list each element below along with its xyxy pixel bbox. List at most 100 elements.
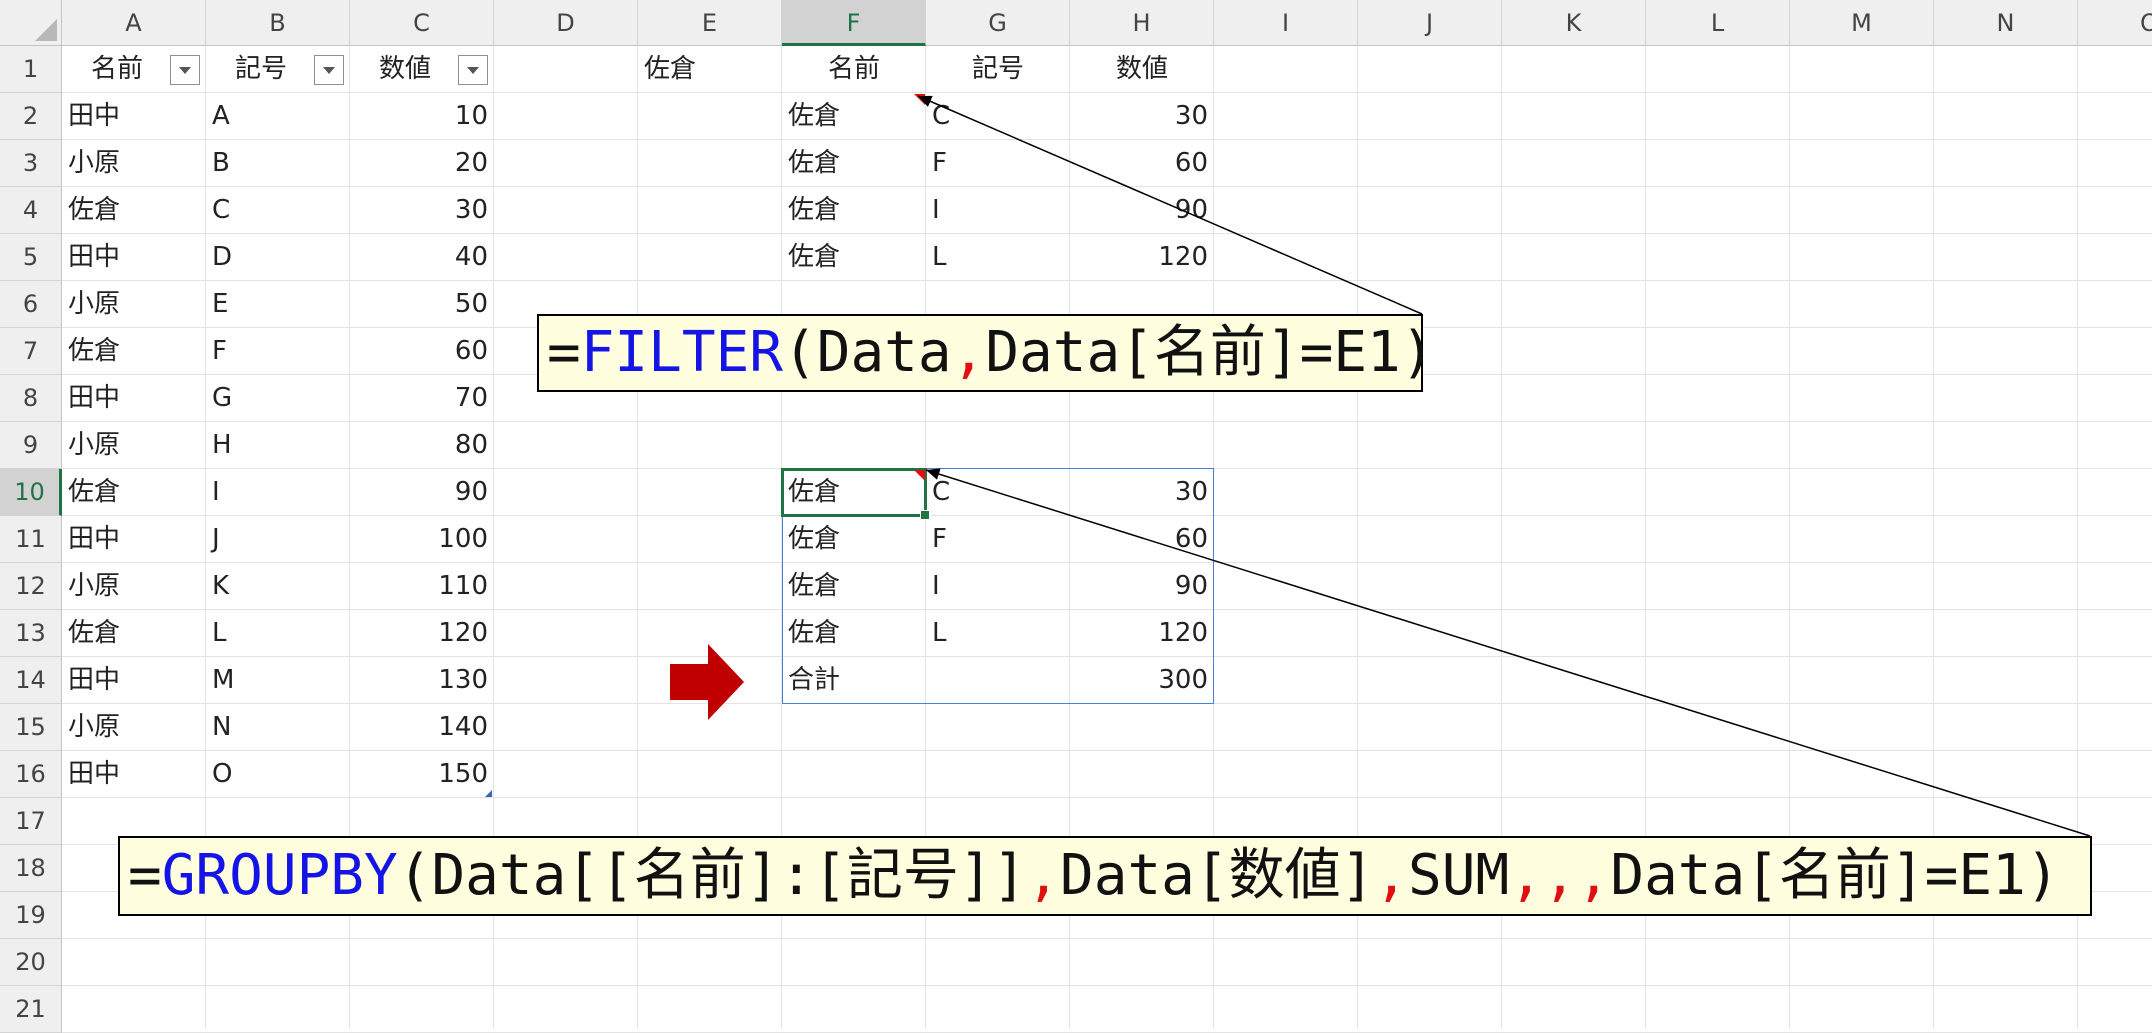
row-header-13[interactable]: 13 (0, 610, 62, 657)
filter-result-cell[interactable]: 120 (1070, 234, 1214, 281)
table-cell[interactable]: B (206, 140, 350, 187)
column-header-m[interactable]: M (1790, 0, 1934, 46)
column-header-e[interactable]: E (638, 0, 782, 46)
table-cell[interactable]: 150 (350, 751, 494, 798)
table-cell[interactable]: 田中 (62, 375, 206, 422)
column-header-d[interactable]: D (494, 0, 638, 46)
table-cell[interactable]: C (206, 187, 350, 234)
row-header-10[interactable]: 10 (0, 469, 62, 516)
row-header-20[interactable]: 20 (0, 939, 62, 986)
row-header-9[interactable]: 9 (0, 422, 62, 469)
row-header-2[interactable]: 2 (0, 93, 62, 140)
table-resize-handle-icon[interactable] (485, 790, 492, 797)
table-cell[interactable]: 120 (350, 610, 494, 657)
column-header-b[interactable]: B (206, 0, 350, 46)
row-header-16[interactable]: 16 (0, 751, 62, 798)
table-cell[interactable]: 40 (350, 234, 494, 281)
table-cell[interactable]: 佐倉 (62, 328, 206, 375)
table-cell[interactable]: E (206, 281, 350, 328)
row-header-15[interactable]: 15 (0, 704, 62, 751)
filter-result-cell[interactable]: 佐倉 (782, 93, 926, 140)
column-header-l[interactable]: L (1646, 0, 1790, 46)
table-cell[interactable]: O (206, 751, 350, 798)
table-cell[interactable]: L (206, 610, 350, 657)
table-cell[interactable]: 10 (350, 93, 494, 140)
table-cell[interactable]: 佐倉 (62, 610, 206, 657)
column-header-o[interactable]: O (2078, 0, 2152, 46)
table-cell[interactable]: 90 (350, 469, 494, 516)
row-header-5[interactable]: 5 (0, 234, 62, 281)
table-cell[interactable]: G (206, 375, 350, 422)
filter-result-cell[interactable]: I (926, 187, 1070, 234)
table-cell[interactable]: 田中 (62, 657, 206, 704)
column-header-f[interactable]: F (782, 0, 926, 46)
table-cell[interactable]: 50 (350, 281, 494, 328)
fill-handle[interactable] (920, 510, 930, 520)
table-cell[interactable]: 小原 (62, 704, 206, 751)
filter-result-cell[interactable]: 佐倉 (782, 234, 926, 281)
table-cell[interactable]: 70 (350, 375, 494, 422)
table-cell[interactable]: 小原 (62, 563, 206, 610)
table-cell[interactable]: 小原 (62, 140, 206, 187)
row-header-4[interactable]: 4 (0, 187, 62, 234)
row-header-12[interactable]: 12 (0, 563, 62, 610)
filter-result-cell[interactable]: 佐倉 (782, 140, 926, 187)
filter-result-cell[interactable]: L (926, 234, 1070, 281)
table-cell[interactable]: 佐倉 (62, 187, 206, 234)
table-cell[interactable]: 80 (350, 422, 494, 469)
row-header-6[interactable]: 6 (0, 281, 62, 328)
row-header-11[interactable]: 11 (0, 516, 62, 563)
table-cell[interactable]: M (206, 657, 350, 704)
active-cell-selection[interactable] (781, 468, 927, 517)
table-cell[interactable]: I (206, 469, 350, 516)
filter-result-cell[interactable]: 30 (1070, 93, 1214, 140)
table-cell[interactable]: F (206, 328, 350, 375)
select-all-corner[interactable] (0, 0, 62, 46)
filter-result-cell[interactable]: 佐倉 (782, 187, 926, 234)
column-header-a[interactable]: A (62, 0, 206, 46)
filter-result-cell[interactable]: C (926, 93, 1070, 140)
filter-header-cell[interactable]: 記号 (926, 46, 1070, 93)
column-header-k[interactable]: K (1502, 0, 1646, 46)
row-header-19[interactable]: 19 (0, 892, 62, 939)
filter-header-cell[interactable]: 数値 (1070, 46, 1214, 93)
table-cell[interactable]: 60 (350, 328, 494, 375)
table-cell[interactable]: 110 (350, 563, 494, 610)
table-cell[interactable]: 田中 (62, 93, 206, 140)
column-header-i[interactable]: I (1214, 0, 1358, 46)
table-cell[interactable]: 小原 (62, 422, 206, 469)
table-cell[interactable]: K (206, 563, 350, 610)
table-cell[interactable]: 田中 (62, 751, 206, 798)
row-header-1[interactable]: 1 (0, 46, 62, 93)
column-header-j[interactable]: J (1358, 0, 1502, 46)
row-header-3[interactable]: 3 (0, 140, 62, 187)
table-cell[interactable]: 30 (350, 187, 494, 234)
row-header-17[interactable]: 17 (0, 798, 62, 845)
filter-result-cell[interactable]: F (926, 140, 1070, 187)
table-cell[interactable]: 田中 (62, 516, 206, 563)
table-cell[interactable]: A (206, 93, 350, 140)
table-cell[interactable]: N (206, 704, 350, 751)
row-header-21[interactable]: 21 (0, 986, 62, 1033)
table-cell[interactable]: 140 (350, 704, 494, 751)
table-cell[interactable]: 小原 (62, 281, 206, 328)
row-header-8[interactable]: 8 (0, 375, 62, 422)
table-cell[interactable]: 100 (350, 516, 494, 563)
column-header-g[interactable]: G (926, 0, 1070, 46)
filter-result-cell[interactable]: 90 (1070, 187, 1214, 234)
filter-dropdown-icon[interactable] (170, 55, 200, 85)
row-header-7[interactable]: 7 (0, 328, 62, 375)
criteria-cell[interactable]: 佐倉 (638, 46, 782, 93)
column-header-h[interactable]: H (1070, 0, 1214, 46)
filter-dropdown-icon[interactable] (314, 55, 344, 85)
column-header-n[interactable]: N (1934, 0, 2078, 46)
column-header-c[interactable]: C (350, 0, 494, 46)
table-cell[interactable]: 20 (350, 140, 494, 187)
filter-header-cell[interactable]: 名前 (782, 46, 926, 93)
row-header-18[interactable]: 18 (0, 845, 62, 892)
filter-result-cell[interactable]: 60 (1070, 140, 1214, 187)
filter-dropdown-icon[interactable] (458, 55, 488, 85)
table-cell[interactable]: H (206, 422, 350, 469)
table-cell[interactable]: D (206, 234, 350, 281)
table-cell[interactable]: 佐倉 (62, 469, 206, 516)
